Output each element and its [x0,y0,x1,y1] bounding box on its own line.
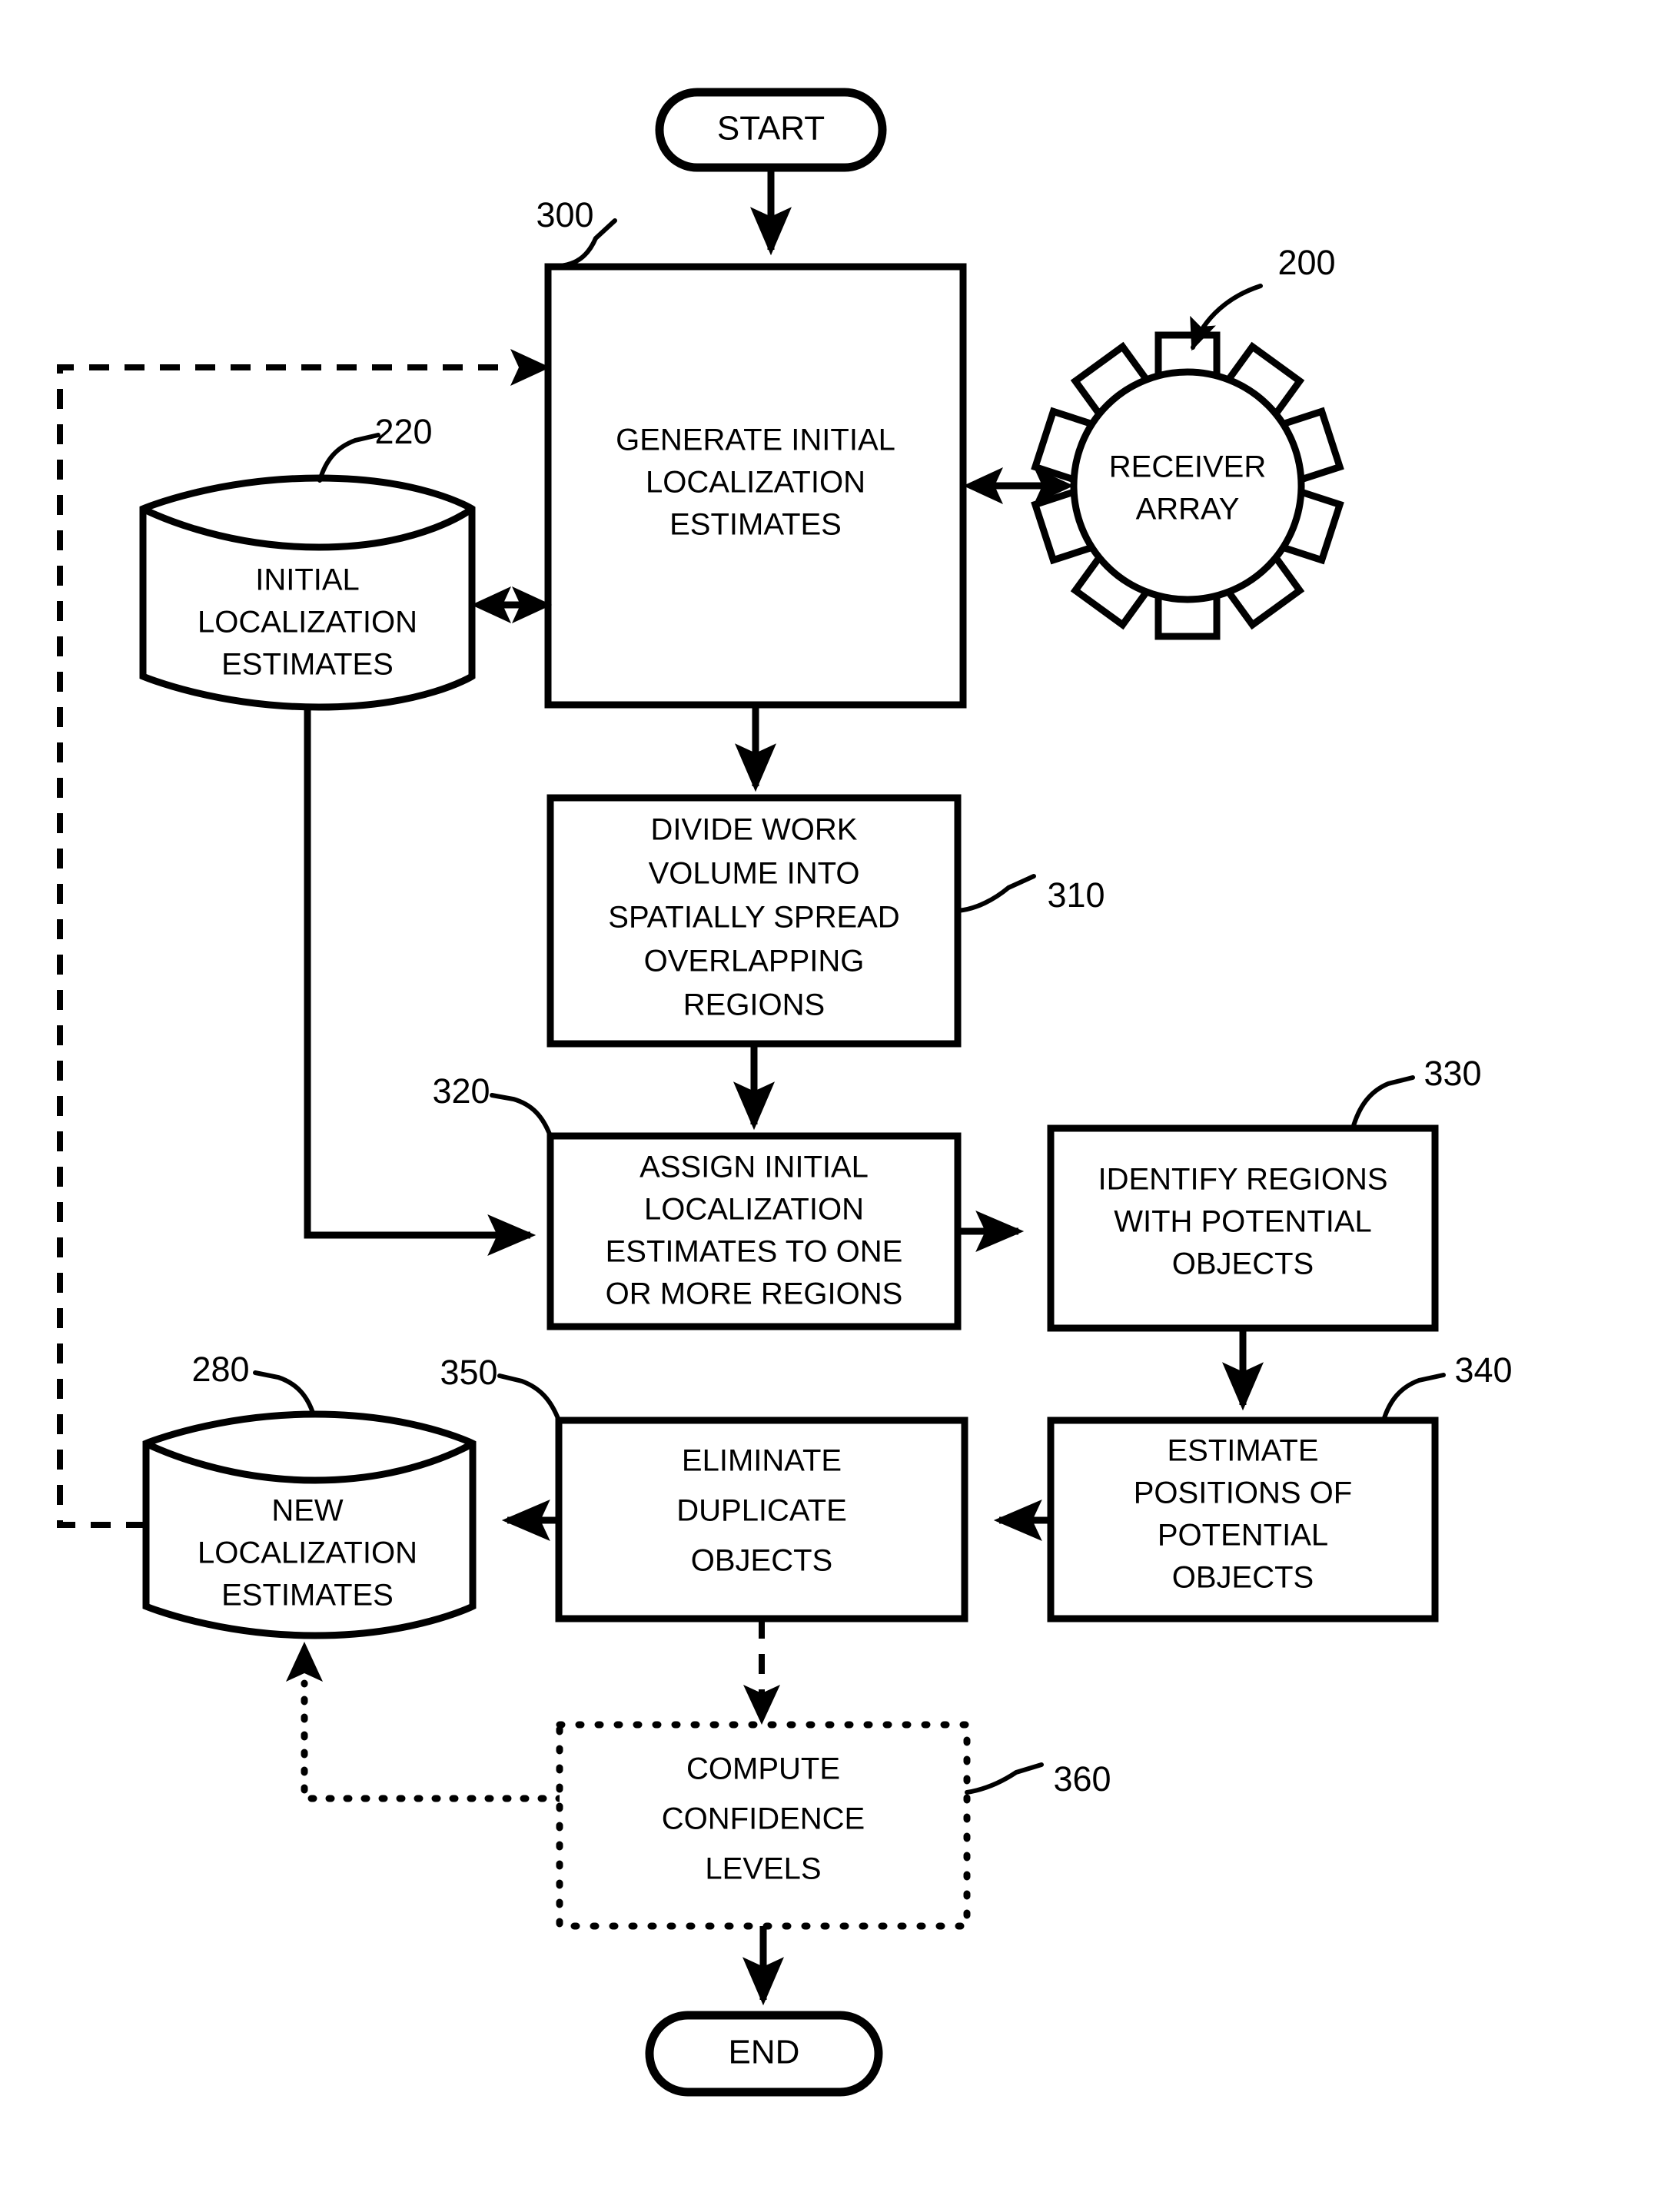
estimate-line-4: OBJECTS [1172,1561,1314,1595]
assign-line-3: ESTIMATES TO ONE [606,1235,903,1269]
end-terminator: END [645,2011,883,2097]
ref-300: 300 [536,195,593,234]
confidence-line-1: COMPUTE [686,1752,840,1786]
new-store-line-3: ESTIMATES [221,1579,394,1613]
process-estimate-positions: ESTIMATE POSITIONS OF POTENTIAL OBJECTS [1047,1417,1439,1622]
process-identify-regions: IDENTIFY REGIONS WITH POTENTIAL OBJECTS [1047,1124,1439,1332]
initial-store-line-3: ESTIMATES [221,648,394,682]
initial-store-line-1: INITIAL [255,563,360,597]
process-generate-initial-estimates: GENERATE INITIAL LOCALIZATION ESTIMATES [544,263,967,709]
start-label: START [717,110,825,148]
start-terminator: START [655,88,887,172]
confidence-line-2: CONFIDENCE [662,1802,865,1836]
process-assign-estimates-to-regions: ASSIGN INITIAL LOCALIZATION ESTIMATES TO… [546,1132,962,1330]
initial-store-line-2: LOCALIZATION [198,606,417,639]
eliminate-line-1: ELIMINATE [682,1444,842,1478]
new-store-line-2: LOCALIZATION [198,1536,417,1570]
end-label: END [729,2034,800,2071]
flowchart-canvas: START GENERATE INITIAL LOCALIZATION ESTI… [0,0,1661,2212]
ref-200: 200 [1277,243,1335,282]
estimate-line-2: POSITIONS OF [1134,1476,1352,1510]
assign-line-4: OR MORE REGIONS [606,1277,903,1311]
divide-line-1: DIVIDE WORK [651,813,858,847]
process-compute-confidence-levels: COMPUTE CONFIDENCE LEVELS [556,1721,971,1930]
ref-360: 360 [1053,1759,1111,1798]
confidence-line-3: LEVELS [705,1852,821,1886]
ref-320: 320 [432,1071,490,1111]
ref-350: 350 [440,1353,497,1392]
ref-340: 340 [1454,1350,1512,1390]
patent-figure: START GENERATE INITIAL LOCALIZATION ESTI… [0,0,1661,2212]
ref-330: 330 [1423,1054,1481,1093]
receiver-array-component: RECEIVER ARRAY [1031,331,1344,640]
datastore-initial-localization-estimates: INITIAL LOCALIZATION ESTIMATES [139,474,476,711]
generate-line-3: ESTIMATES [669,508,842,542]
ref-310: 310 [1047,875,1105,915]
ref-220: 220 [374,412,432,451]
receiver-array-line-2: ARRAY [1136,493,1240,526]
identify-line-2: WITH POTENTIAL [1114,1205,1372,1239]
generate-line-2: LOCALIZATION [646,466,865,500]
divide-line-4: OVERLAPPING [644,945,865,978]
identify-line-1: IDENTIFY REGIONS [1098,1163,1387,1197]
identify-line-3: OBJECTS [1172,1247,1314,1281]
datastore-new-localization-estimates: NEW LOCALIZATION ESTIMATES [142,1410,477,1639]
assign-line-1: ASSIGN INITIAL [639,1151,869,1184]
assign-line-2: LOCALIZATION [644,1193,864,1227]
divide-line-3: SPATIALLY SPREAD [608,901,899,935]
process-eliminate-duplicate-objects: ELIMINATE DUPLICATE OBJECTS [555,1417,968,1622]
eliminate-line-3: OBJECTS [691,1544,832,1578]
estimate-line-1: ESTIMATE [1167,1434,1318,1468]
ref-280: 280 [191,1350,249,1389]
divide-line-2: VOLUME INTO [649,857,860,891]
new-store-line-1: NEW [271,1494,344,1528]
estimate-line-3: POTENTIAL [1158,1519,1328,1553]
receiver-array-line-1: RECEIVER [1109,450,1267,484]
eliminate-line-2: DUPLICATE [676,1494,847,1528]
generate-line-1: GENERATE INITIAL [616,423,895,457]
process-divide-work-volume: DIVIDE WORK VOLUME INTO SPATIALLY SPREAD… [546,794,962,1048]
divide-line-5: REGIONS [683,988,825,1022]
